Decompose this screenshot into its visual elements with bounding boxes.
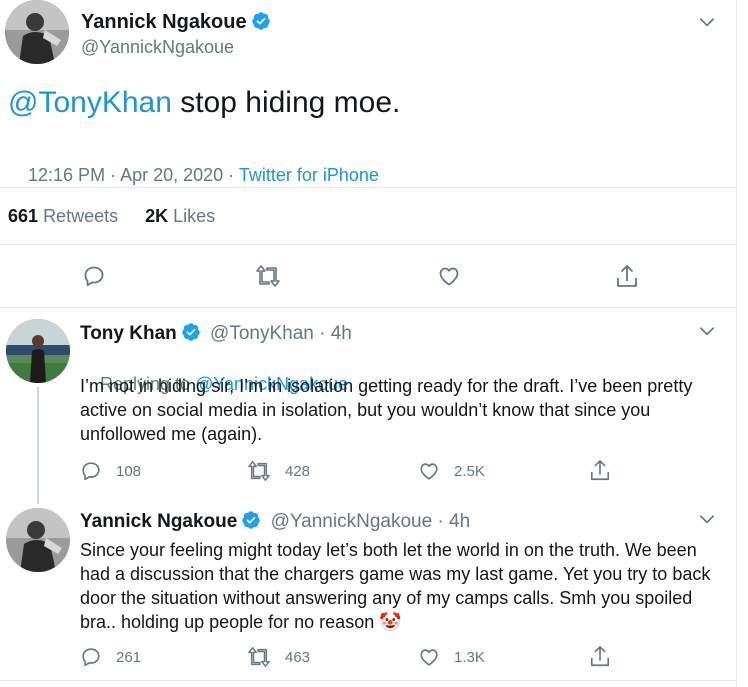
source-link[interactable]: Twitter for iPhone bbox=[239, 165, 379, 185]
reply1-author-name[interactable]: Tony Khan bbox=[80, 323, 177, 344]
like-icon bbox=[420, 463, 438, 480]
like-icon[interactable] bbox=[437, 264, 461, 288]
likes-count: 2K bbox=[145, 206, 169, 226]
retweets-stat[interactable]: 661 Retweets bbox=[8, 206, 118, 226]
thread-line bbox=[37, 387, 39, 504]
tweet-stats: 661 Retweets 2K Likes bbox=[8, 206, 215, 227]
like-count: 1.3K bbox=[454, 648, 485, 666]
reply-icon bbox=[82, 648, 100, 667]
reply2-header: Yannick Ngakoue @YannickNgakoue · 4h bbox=[80, 510, 470, 533]
author-name-text: Yannick Ngakoue bbox=[81, 11, 247, 33]
reply1-handle-time[interactable]: @TonyKhan · 4h bbox=[210, 323, 352, 344]
reply2-reply-action[interactable]: 261 bbox=[80, 646, 141, 668]
tweet-text: @TonyKhan stop hiding moe. bbox=[8, 86, 400, 120]
retweet-count: 463 bbox=[285, 648, 311, 666]
reply-count: 261 bbox=[116, 648, 142, 666]
avatar-yannick[interactable] bbox=[5, 0, 69, 64]
avatar-tony[interactable] bbox=[6, 319, 70, 383]
retweet-icon bbox=[248, 647, 270, 667]
reply-icon[interactable] bbox=[82, 264, 106, 288]
tweet-timestamp: 12:16 PM · Apr 20, 2020 · Twitter for iP… bbox=[8, 144, 379, 207]
clown-emoji: 🤡 bbox=[379, 612, 402, 632]
chevron-down-icon[interactable] bbox=[697, 509, 717, 529]
reply1-retweet-action[interactable]: 428 bbox=[247, 460, 310, 482]
share-icon[interactable] bbox=[615, 264, 639, 290]
share-icon[interactable] bbox=[589, 459, 611, 483]
like-icon bbox=[420, 649, 438, 666]
reply2-text: Since your feeling might today let’s bot… bbox=[80, 538, 720, 634]
retweet-icon[interactable] bbox=[255, 264, 281, 288]
divider bbox=[0, 680, 736, 681]
tweet-thread: Yannick Ngakoue @YannickNgakoue @TonyKha… bbox=[0, 0, 737, 687]
reply2-handle-time[interactable]: @YannickNgakoue · 4h bbox=[271, 511, 471, 532]
chevron-down-icon[interactable] bbox=[697, 321, 717, 341]
likes-label: Likes bbox=[173, 206, 216, 226]
mention-link[interactable]: @TonyKhan bbox=[8, 86, 172, 119]
verified-badge-icon bbox=[251, 12, 270, 30]
likes-stat[interactable]: 2K Likes bbox=[145, 206, 215, 226]
reply1-header: Tony Khan @TonyKhan · 4h bbox=[80, 322, 352, 345]
author-name[interactable]: Yannick Ngakoue bbox=[81, 11, 271, 34]
retweets-label: Retweets bbox=[43, 206, 119, 226]
retweets-count: 661 bbox=[8, 206, 39, 226]
retweet-count: 428 bbox=[285, 462, 311, 480]
avatar-yannick[interactable] bbox=[6, 508, 70, 572]
reply2-author-name[interactable]: Yannick Ngakoue bbox=[80, 511, 237, 532]
reply-icon bbox=[82, 462, 100, 481]
divider bbox=[0, 244, 736, 245]
reply1-text: I’m not in hiding sir, I’m in isolation … bbox=[80, 376, 693, 444]
divider bbox=[0, 187, 736, 188]
timestamp-text[interactable]: 12:16 PM · Apr 20, 2020 · bbox=[28, 165, 239, 185]
divider bbox=[0, 307, 736, 308]
reply2-like-action[interactable]: 1.3K bbox=[418, 646, 485, 668]
verified-badge-icon bbox=[182, 323, 200, 341]
reply1-reply-action[interactable]: 108 bbox=[80, 460, 141, 482]
retweet-icon bbox=[248, 461, 270, 481]
reply2-retweet-action[interactable]: 463 bbox=[247, 646, 310, 668]
reply-count: 108 bbox=[116, 462, 142, 480]
chevron-down-icon[interactable] bbox=[697, 12, 717, 32]
tweet-body: stop hiding moe. bbox=[171, 86, 401, 119]
author-handle[interactable]: @YannickNgakoue bbox=[81, 37, 234, 58]
verified-badge-icon bbox=[242, 511, 261, 529]
share-icon[interactable] bbox=[589, 645, 611, 669]
reply1-like-action[interactable]: 2.5K bbox=[418, 460, 485, 482]
like-count: 2.5K bbox=[454, 462, 485, 480]
